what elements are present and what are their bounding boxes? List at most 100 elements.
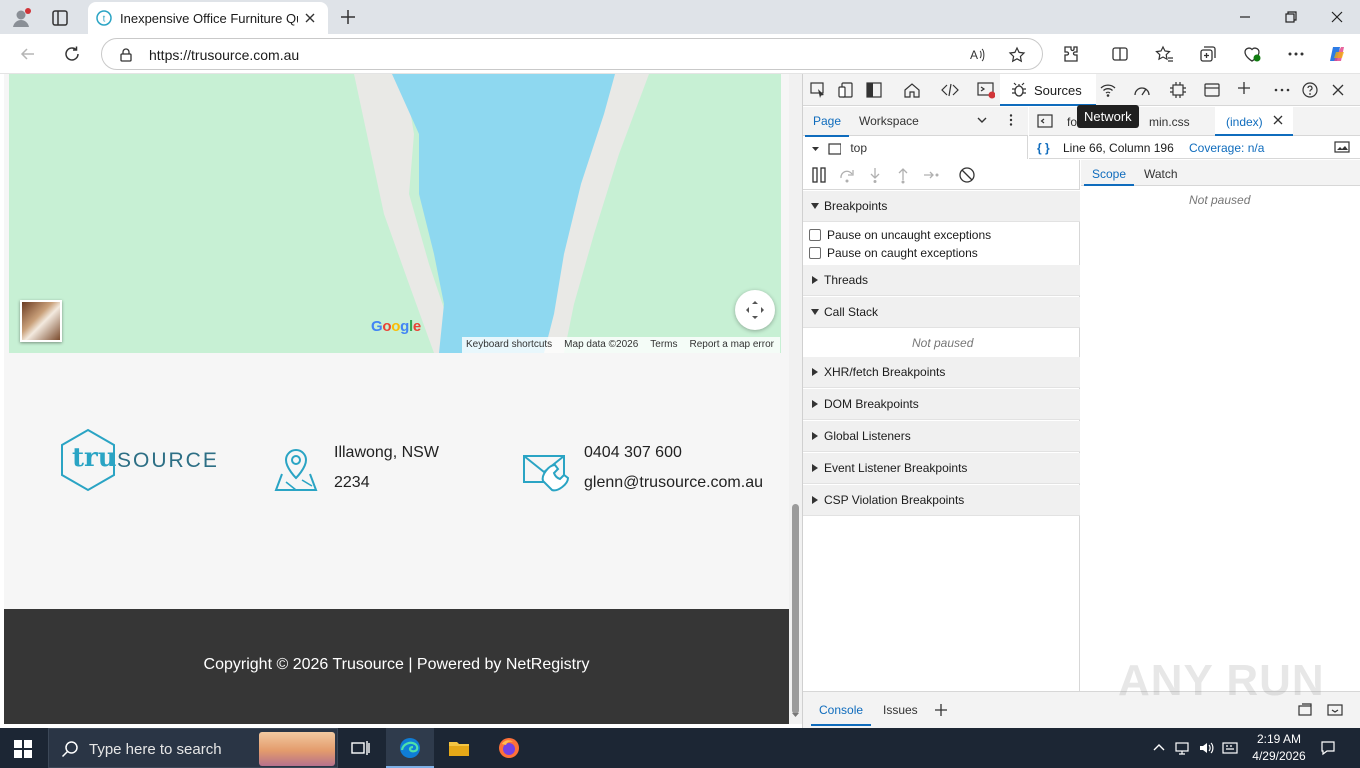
minimize-icon[interactable] (1236, 8, 1254, 26)
favorites-icon[interactable] (1154, 44, 1174, 64)
close-window-icon[interactable] (1328, 8, 1346, 26)
report-map-error-link[interactable]: Report a map error (690, 339, 774, 350)
taskbar-search-box[interactable]: Type here to search (48, 728, 338, 768)
profile-avatar-icon[interactable] (10, 7, 32, 29)
google-map[interactable]: Google Keyboard shortcuts Map data ©2026 T… (9, 74, 781, 353)
section-dom-breakpoints[interactable]: DOM Breakpoints (803, 389, 1080, 420)
pause-uncaught-checkbox[interactable] (809, 229, 821, 241)
back-arrow-icon[interactable] (18, 44, 38, 64)
map-fullscreen-button[interactable] (735, 290, 775, 330)
site-info-lock-icon[interactable] (118, 47, 134, 63)
section-global-listeners[interactable]: Global Listeners (803, 421, 1080, 452)
device-emulation-icon[interactable] (837, 81, 855, 99)
devtools-help-icon[interactable] (1301, 81, 1319, 99)
editor-tab-file-2[interactable]: min.css (1149, 115, 1190, 129)
console-tool-icon[interactable] (977, 81, 995, 99)
memory-tool-icon[interactable] (1169, 81, 1187, 99)
editor-tab-close-icon[interactable] (1272, 114, 1284, 126)
application-tool-icon[interactable] (1203, 81, 1221, 99)
tray-network-icon[interactable] (1174, 740, 1190, 756)
restore-icon[interactable] (1282, 8, 1300, 26)
collections-icon[interactable] (1198, 44, 1218, 64)
navigator-menu-icon[interactable] (1004, 113, 1018, 127)
tray-volume-icon[interactable] (1198, 740, 1214, 756)
new-tab-icon[interactable] (338, 7, 358, 27)
network-tool-icon[interactable] (1099, 81, 1117, 99)
browser-essentials-icon[interactable] (1242, 44, 1262, 64)
tray-language-icon[interactable] (1222, 740, 1238, 756)
step-out-icon[interactable] (894, 166, 912, 184)
edge-browser-icon[interactable] (398, 736, 422, 760)
favorite-star-icon[interactable] (1008, 46, 1026, 64)
coverage-status[interactable]: Coverage: n/a (1189, 141, 1264, 155)
more-options-icon[interactable] (1286, 44, 1306, 64)
tab-watch[interactable]: Watch (1144, 167, 1178, 181)
drawer-tab-console[interactable]: Console (810, 703, 872, 726)
navigator-tab-page[interactable]: Page (804, 114, 850, 137)
tab-actions-icon[interactable] (50, 8, 70, 28)
map-pin-icon (272, 446, 320, 494)
task-view-icon[interactable] (348, 736, 372, 760)
trusource-logo[interactable]: tru SOURCE (59, 428, 217, 492)
address-bar[interactable]: https://trusource.com.au A (101, 38, 1043, 70)
tab-sources[interactable]: Sources (1000, 74, 1096, 106)
section-call-stack[interactable]: Call Stack (803, 297, 1080, 328)
screenshot-panel-icon[interactable] (1334, 140, 1350, 154)
section-event-listener-breakpoints[interactable]: Event Listener Breakpoints (803, 453, 1080, 484)
section-xhr-breakpoints[interactable]: XHR/fetch Breakpoints (803, 357, 1080, 388)
firefox-icon[interactable] (497, 736, 521, 760)
taskbar-clock[interactable]: 2:19 AM 4/29/2026 (1248, 731, 1310, 765)
file-explorer-icon[interactable] (447, 736, 471, 760)
performance-tool-icon[interactable] (1133, 81, 1151, 99)
drawer-toggle-icon[interactable] (1327, 702, 1343, 718)
phone-number[interactable]: 0404 307 600 (584, 438, 763, 468)
keyboard-shortcuts-link[interactable]: Keyboard shortcuts (466, 339, 552, 350)
pause-caught-checkbox[interactable] (809, 247, 821, 259)
page-scrollbar-thumb[interactable] (792, 504, 799, 714)
extensions-icon[interactable] (1061, 44, 1081, 64)
refresh-icon[interactable] (62, 44, 82, 64)
dock-side-icon[interactable] (865, 81, 883, 99)
frame-tree-top[interactable]: top (811, 141, 867, 155)
section-breakpoints[interactable]: Breakpoints (803, 191, 1080, 222)
terms-link[interactable]: Terms (650, 339, 677, 350)
section-threads[interactable]: Threads (803, 265, 1080, 296)
editor-tab-file-1[interactable]: fo (1067, 115, 1077, 129)
browser-tab-active[interactable]: t Inexpensive Office Furniture Quot (88, 2, 328, 34)
navigator-more-chevron-icon[interactable] (975, 113, 989, 127)
drawer-add-tab-icon[interactable] (933, 702, 949, 718)
tab-close-icon[interactable] (302, 10, 318, 26)
inspect-element-icon[interactable] (809, 81, 827, 99)
tab-scope[interactable]: Scope (1083, 167, 1135, 186)
editor-tab-active[interactable]: (index) (1215, 107, 1293, 136)
split-screen-icon[interactable] (1110, 44, 1130, 64)
copilot-icon[interactable] (1327, 44, 1347, 64)
section-csp-breakpoints[interactable]: CSP Violation Breakpoints (803, 485, 1080, 516)
step-icon[interactable] (922, 166, 940, 184)
page-scrollbar[interactable] (789, 74, 802, 724)
tray-overflow-chevron-icon[interactable] (1151, 740, 1167, 756)
toggle-navigator-icon[interactable] (1037, 113, 1053, 129)
devtools-menu-icon[interactable] (1273, 81, 1291, 99)
step-over-icon[interactable] (838, 166, 856, 184)
devtools-close-icon[interactable] (1329, 81, 1347, 99)
debugger-sidebar: Breakpoints Pause on uncaught exceptions… (803, 191, 1080, 691)
notifications-icon[interactable] (1320, 740, 1336, 756)
read-aloud-icon[interactable]: A (968, 46, 986, 64)
pause-resume-icon[interactable] (810, 166, 828, 184)
deactivate-breakpoints-icon[interactable] (958, 166, 976, 184)
network-tooltip: Network (1077, 105, 1139, 128)
windows-start-icon[interactable] (14, 740, 32, 758)
scroll-down-arrow-icon[interactable] (791, 710, 800, 719)
drawer-tab-issues[interactable]: Issues (883, 703, 918, 717)
elements-tool-icon[interactable] (941, 81, 959, 99)
welcome-home-icon[interactable] (903, 81, 921, 99)
email-address[interactable]: glenn@trusource.com.au (584, 468, 763, 498)
collapsed-triangle-icon (812, 368, 818, 376)
navigator-tab-workspace[interactable]: Workspace (859, 114, 919, 128)
pretty-print-braces-icon[interactable]: { } (1037, 141, 1050, 155)
street-view-thumbnail[interactable] (20, 300, 62, 342)
url-text[interactable]: https://trusource.com.au (149, 47, 299, 63)
more-tools-plus-icon[interactable] (1235, 79, 1253, 97)
step-into-icon[interactable] (866, 166, 884, 184)
